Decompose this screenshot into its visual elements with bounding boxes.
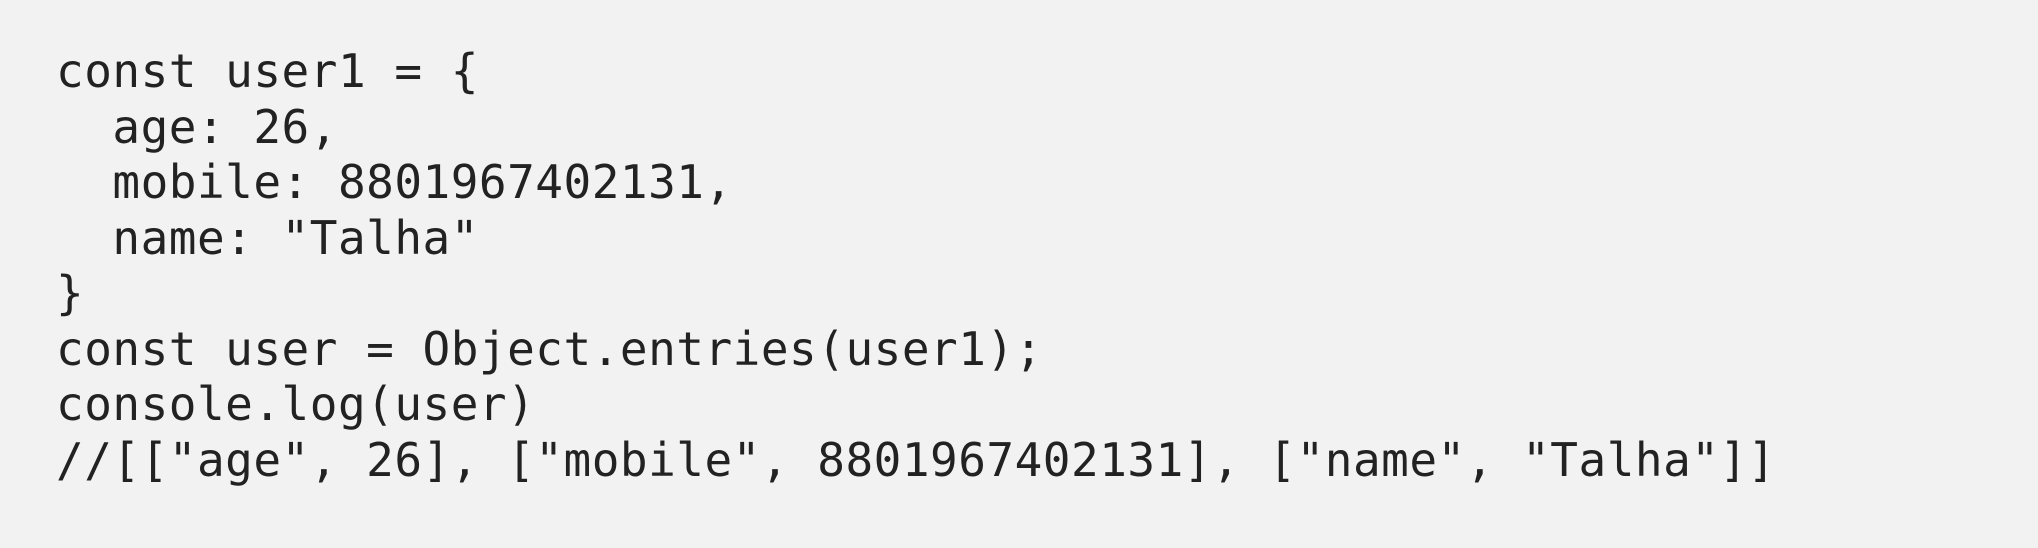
code-line: } — [56, 266, 85, 320]
code-snippet: const user1 = { age: 26, mobile: 8801967… — [0, 0, 2038, 548]
code-line: const user = Object.entries(user1); — [56, 321, 1043, 376]
code-line: const user1 = { — [56, 44, 479, 98]
code-line: mobile: 8801967402131, — [56, 155, 733, 209]
code-comment-line: //[["age", 26], ["mobile", 8801967402131… — [56, 432, 1776, 487]
code-line: name: "Talha" — [56, 210, 479, 265]
code-line: console.log(user) — [56, 377, 536, 431]
code-line: age: 26, — [56, 99, 338, 154]
